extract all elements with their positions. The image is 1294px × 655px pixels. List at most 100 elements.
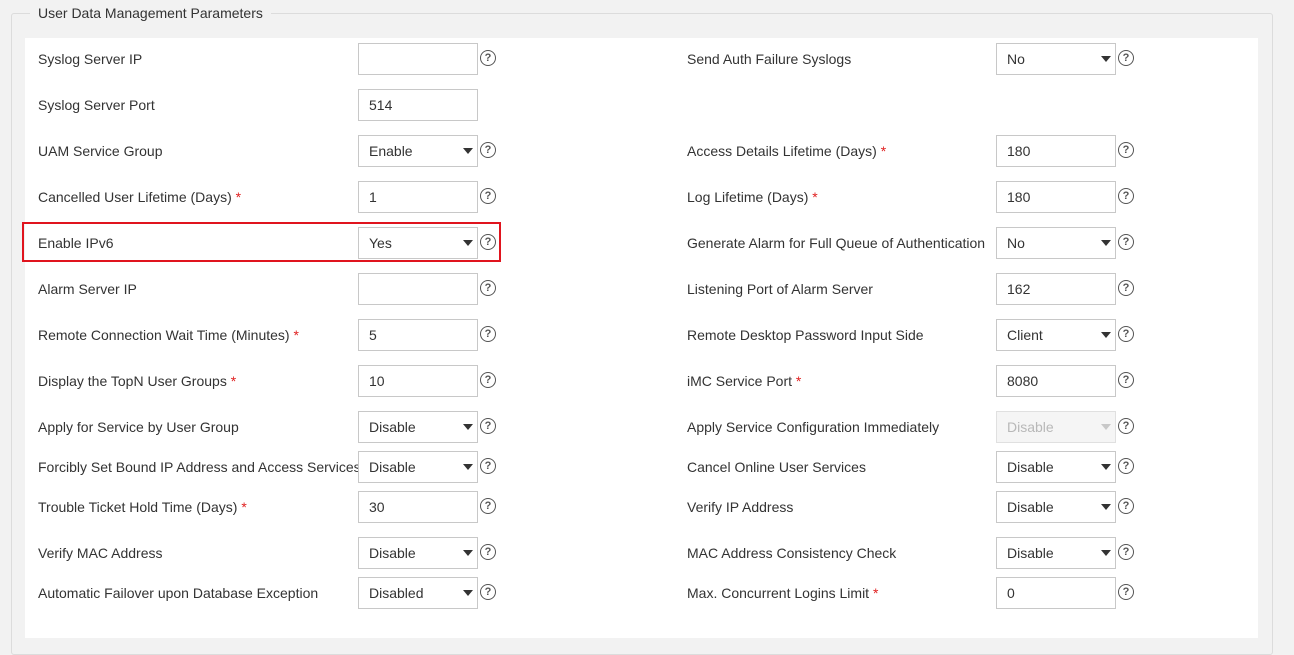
cancelled-user-lifetime-days-value: 1	[369, 189, 377, 205]
max-concurrent-logins-limit-label: Max. Concurrent Logins Limit *	[687, 583, 878, 603]
remote-desktop-password-input-side-label-text: Remote Desktop Password Input Side	[687, 327, 924, 343]
send-auth-failure-syslogs-help-icon[interactable]: ?	[1118, 50, 1134, 66]
apply-for-service-by-user-group-label-text: Apply for Service by User Group	[38, 419, 239, 435]
display-the-topn-user-groups-label: Display the TopN User Groups *	[38, 371, 236, 391]
verify-mac-address-label-text: Verify MAC Address	[38, 545, 163, 561]
generate-alarm-for-full-queue-of-authentication-help-icon[interactable]: ?	[1118, 234, 1134, 250]
alarm-server-ip-input[interactable]	[358, 273, 478, 305]
uam-service-group-select[interactable]: Enable	[358, 135, 478, 167]
dropdown-caret-icon	[1101, 424, 1111, 430]
remote-connection-wait-time-minutes-label-text: Remote Connection Wait Time (Minutes)	[38, 327, 290, 343]
access-details-lifetime-days-input[interactable]: 180	[996, 135, 1116, 167]
forcibly-set-bound-ip-address-and-access-services-value: Disable	[369, 459, 416, 475]
listening-port-of-alarm-server-help-icon[interactable]: ?	[1118, 280, 1134, 296]
mac-address-consistency-check-help-icon[interactable]: ?	[1118, 544, 1134, 560]
alarm-server-ip-help-icon[interactable]: ?	[480, 280, 496, 296]
display-the-topn-user-groups-input[interactable]: 10	[358, 365, 478, 397]
verify-ip-address-label-text: Verify IP Address	[687, 499, 794, 515]
dropdown-caret-icon	[463, 148, 473, 154]
listening-port-of-alarm-server-value: 162	[1007, 281, 1031, 297]
syslog-server-ip-input[interactable]	[358, 43, 478, 75]
automatic-failover-upon-database-exception-label: Automatic Failover upon Database Excepti…	[38, 583, 318, 603]
display-the-topn-user-groups-help-icon[interactable]: ?	[480, 372, 496, 388]
generate-alarm-for-full-queue-of-authentication-label: Generate Alarm for Full Queue of Authent…	[687, 233, 985, 253]
verify-mac-address-select[interactable]: Disable	[358, 537, 478, 569]
cancelled-user-lifetime-days-label-text: Cancelled User Lifetime (Days)	[38, 189, 232, 205]
cancel-online-user-services-label-text: Cancel Online User Services	[687, 459, 866, 475]
imc-service-port-label: iMC Service Port *	[687, 371, 801, 391]
verify-ip-address-select[interactable]: Disable	[996, 491, 1116, 523]
remote-connection-wait-time-minutes-label: Remote Connection Wait Time (Minutes) *	[38, 325, 299, 345]
syslog-server-ip-help-icon[interactable]: ?	[480, 50, 496, 66]
dropdown-caret-icon	[1101, 240, 1111, 246]
trouble-ticket-hold-time-days-label: Trouble Ticket Hold Time (Days) *	[38, 497, 247, 517]
cancelled-user-lifetime-days-help-icon[interactable]: ?	[480, 188, 496, 204]
automatic-failover-upon-database-exception-select[interactable]: Disabled	[358, 577, 478, 609]
log-lifetime-days-help-icon[interactable]: ?	[1118, 188, 1134, 204]
max-concurrent-logins-limit-label-text: Max. Concurrent Logins Limit	[687, 585, 870, 601]
apply-for-service-by-user-group-value: Disable	[369, 419, 416, 435]
forcibly-set-bound-ip-address-and-access-services-select[interactable]: Disable	[358, 451, 478, 483]
uam-service-group-help-icon[interactable]: ?	[480, 142, 496, 158]
remote-desktop-password-input-side-value: Client	[1007, 327, 1043, 343]
required-asterisk: *	[795, 373, 802, 389]
cancel-online-user-services-label: Cancel Online User Services	[687, 457, 866, 477]
remote-desktop-password-input-side-help-icon[interactable]: ?	[1118, 326, 1134, 342]
imc-service-port-help-icon[interactable]: ?	[1118, 372, 1134, 388]
section-title: User Data Management Parameters	[30, 5, 271, 21]
listening-port-of-alarm-server-input[interactable]: 162	[996, 273, 1116, 305]
forcibly-set-bound-ip-address-and-access-services-help-icon[interactable]: ?	[480, 458, 496, 474]
required-asterisk: *	[241, 499, 247, 515]
log-lifetime-days-label-text: Log Lifetime (Days)	[687, 189, 809, 205]
log-lifetime-days-input[interactable]: 180	[996, 181, 1116, 213]
send-auth-failure-syslogs-select[interactable]: No	[996, 43, 1116, 75]
imc-service-port-input[interactable]: 8080	[996, 365, 1116, 397]
remote-connection-wait-time-minutes-help-icon[interactable]: ?	[480, 326, 496, 342]
required-asterisk: *	[872, 585, 879, 601]
apply-for-service-by-user-group-help-icon[interactable]: ?	[480, 418, 496, 434]
trouble-ticket-hold-time-days-input[interactable]: 30	[358, 491, 478, 523]
mac-address-consistency-check-label-text: MAC Address Consistency Check	[687, 545, 897, 561]
apply-for-service-by-user-group-select[interactable]: Disable	[358, 411, 478, 443]
alarm-server-ip-label: Alarm Server IP	[38, 279, 137, 299]
verify-mac-address-help-icon[interactable]: ?	[480, 544, 496, 560]
required-asterisk: *	[880, 143, 887, 159]
trouble-ticket-hold-time-days-help-icon[interactable]: ?	[480, 498, 496, 514]
dropdown-caret-icon	[463, 424, 473, 430]
access-details-lifetime-days-label-text: Access Details Lifetime (Days)	[687, 143, 877, 159]
apply-service-configuration-immediately-select: Disable	[996, 411, 1116, 443]
send-auth-failure-syslogs-label-text: Send Auth Failure Syslogs	[687, 51, 852, 67]
enable-ipv6-highlight-box	[22, 222, 501, 262]
generate-alarm-for-full-queue-of-authentication-select[interactable]: No	[996, 227, 1116, 259]
syslog-server-ip-label: Syslog Server IP	[38, 49, 142, 69]
dropdown-caret-icon	[463, 464, 473, 470]
remote-desktop-password-input-side-label: Remote Desktop Password Input Side	[687, 325, 924, 345]
mac-address-consistency-check-label: MAC Address Consistency Check	[687, 543, 896, 563]
max-concurrent-logins-limit-value: 0	[1007, 585, 1015, 601]
dropdown-caret-icon	[1101, 464, 1111, 470]
syslog-server-port-label: Syslog Server Port	[38, 95, 155, 115]
syslog-server-port-input[interactable]: 514	[358, 89, 478, 121]
uam-service-group-label-text: UAM Service Group	[38, 143, 163, 159]
access-details-lifetime-days-help-icon[interactable]: ?	[1118, 142, 1134, 158]
dropdown-caret-icon	[463, 550, 473, 556]
mac-address-consistency-check-select[interactable]: Disable	[996, 537, 1116, 569]
apply-service-configuration-immediately-help-icon[interactable]: ?	[1118, 418, 1134, 434]
imc-service-port-value: 8080	[1007, 373, 1039, 389]
required-asterisk: *	[812, 189, 818, 205]
verify-ip-address-help-icon[interactable]: ?	[1118, 498, 1134, 514]
max-concurrent-logins-limit-input[interactable]: 0	[996, 577, 1116, 609]
cancel-online-user-services-help-icon[interactable]: ?	[1118, 458, 1134, 474]
apply-service-configuration-immediately-value: Disable	[1007, 419, 1054, 435]
automatic-failover-upon-database-exception-value: Disabled	[369, 585, 424, 601]
generate-alarm-for-full-queue-of-authentication-value: No	[1007, 235, 1025, 251]
verify-ip-address-value: Disable	[1007, 499, 1054, 515]
required-asterisk: *	[235, 189, 242, 205]
remote-connection-wait-time-minutes-input[interactable]: 5	[358, 319, 478, 351]
remote-desktop-password-input-side-select[interactable]: Client	[996, 319, 1116, 351]
cancelled-user-lifetime-days-input[interactable]: 1	[358, 181, 478, 213]
automatic-failover-upon-database-exception-help-icon[interactable]: ?	[480, 584, 496, 600]
max-concurrent-logins-limit-help-icon[interactable]: ?	[1118, 584, 1134, 600]
cancel-online-user-services-select[interactable]: Disable	[996, 451, 1116, 483]
access-details-lifetime-days-label: Access Details Lifetime (Days) *	[687, 141, 886, 161]
